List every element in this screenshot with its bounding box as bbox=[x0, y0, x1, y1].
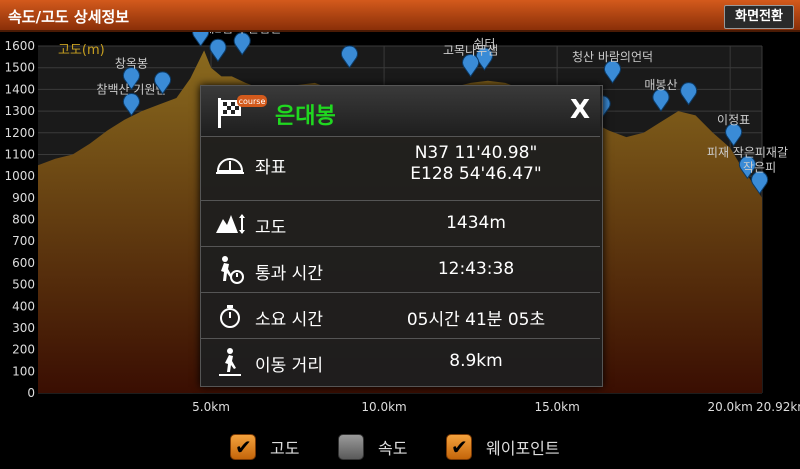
altitude-value: 1434m bbox=[446, 213, 506, 233]
y-tick-label: 700 bbox=[12, 234, 35, 248]
latitude-value: N37 11'40.98" bbox=[414, 143, 538, 163]
course-badge-text: course bbox=[239, 97, 266, 106]
stopwatch-icon bbox=[220, 305, 240, 328]
y-tick-label: 500 bbox=[12, 278, 35, 292]
row-label: 통과 시간 bbox=[255, 264, 323, 284]
gauge-icon bbox=[216, 158, 244, 174]
waypoint-toggle[interactable]: ✔ 웨이포인트 bbox=[446, 434, 560, 460]
distance-value: 8.9km bbox=[449, 351, 503, 371]
row-distance: 이동 거리 8.9km bbox=[201, 338, 600, 385]
y-tick-label: 300 bbox=[12, 321, 35, 335]
row-pass-time: 통과 시간 12:43:38 bbox=[201, 246, 600, 293]
y-tick-label: 0 bbox=[27, 386, 35, 400]
waypoint-label: 이정표 bbox=[717, 113, 750, 127]
longitude-value: E128 54'46.47" bbox=[410, 164, 542, 184]
close-button[interactable]: X bbox=[570, 95, 590, 125]
toggle-label: 웨이포인트 bbox=[486, 439, 560, 458]
waypoint-detail-popup: course 은대봉 X 좌표 N37 11'40.98" E128 54'46… bbox=[200, 85, 603, 387]
switch-screen-button[interactable]: 화면전환 bbox=[724, 5, 794, 29]
checkbox-speed[interactable] bbox=[338, 434, 364, 460]
row-label: 좌표 bbox=[255, 158, 287, 178]
speed-toggle[interactable]: 속도 bbox=[338, 434, 407, 460]
row-label: 고도 bbox=[255, 218, 287, 238]
row-coordinates: 좌표 N37 11'40.98" E128 54'46.47" bbox=[201, 136, 600, 191]
row-label: 소요 시간 bbox=[255, 310, 323, 330]
hiker-clock-icon bbox=[221, 256, 244, 284]
checkbox-altitude[interactable]: ✔ bbox=[230, 434, 256, 460]
row-elapsed-time: 소요 시간 05시간 41분 05초 bbox=[201, 292, 600, 339]
waypoint-label: 창옥봉 bbox=[115, 56, 148, 70]
mountain-altitude-icon bbox=[216, 214, 245, 234]
legend-toggles: ✔ 고도 속도 ✔ 웨이포인트 bbox=[0, 422, 800, 469]
y-tick-label: 600 bbox=[12, 256, 35, 270]
elapsed-time-value: 05시간 41분 05초 bbox=[406, 310, 546, 330]
x-tick-label: 20.0km bbox=[707, 400, 752, 414]
row-altitude: 고도 1434m bbox=[201, 200, 600, 247]
y-tick-label: 100 bbox=[12, 364, 35, 378]
y-tick-label: 1100 bbox=[4, 147, 35, 161]
pass-time-value: 12:43:38 bbox=[437, 259, 515, 279]
waypoint-label: 제2쉼터 갈림길 bbox=[203, 32, 281, 36]
waypoint-label: 매봉산 bbox=[644, 78, 677, 92]
waypoint-label: 고목나무샘 bbox=[443, 43, 498, 57]
y-tick-label: 1300 bbox=[4, 104, 35, 118]
y-tick-label: 1000 bbox=[4, 169, 35, 183]
waypoint-label: 청산 바람의언덕 bbox=[572, 50, 653, 64]
y-tick-label: 1200 bbox=[4, 126, 35, 140]
altitude-toggle[interactable]: ✔ 고도 bbox=[230, 434, 299, 460]
page-title: 속도/고도 상세정보 bbox=[8, 8, 130, 26]
x-tick-label: 15.0km bbox=[534, 400, 579, 414]
checkmark-icon: ✔ bbox=[451, 435, 468, 459]
waypoint-label: 작은피 bbox=[743, 160, 776, 174]
y-tick-label: 1400 bbox=[4, 82, 35, 96]
y-tick-label: 800 bbox=[12, 213, 35, 227]
row-label: 이동 거리 bbox=[255, 356, 323, 376]
x-tick-label: 5.0km bbox=[192, 400, 230, 414]
y-tick-label: 1500 bbox=[4, 61, 35, 75]
checkmark-icon: ✔ bbox=[235, 435, 252, 459]
series-label: 고도(m) bbox=[58, 43, 105, 58]
x-tick-label: 20.92km bbox=[756, 400, 800, 414]
popup-title: 은대봉 bbox=[275, 104, 336, 129]
x-tick-label: 10.0km bbox=[361, 400, 406, 414]
y-tick-label: 200 bbox=[12, 343, 35, 357]
y-tick-label: 400 bbox=[12, 299, 35, 313]
checkbox-waypoint[interactable]: ✔ bbox=[446, 434, 472, 460]
toggle-label: 고도 bbox=[270, 439, 300, 458]
title-bar: 속도/고도 상세정보 화면전환 bbox=[0, 0, 800, 32]
toggle-label: 속도 bbox=[378, 439, 408, 458]
waypoint-label: 피재 작은피재갈 bbox=[707, 145, 788, 159]
y-tick-label: 900 bbox=[12, 191, 35, 205]
popup-header: course 은대봉 X bbox=[201, 86, 600, 136]
course-flag-icon: course bbox=[218, 95, 267, 128]
walker-distance-icon bbox=[219, 348, 241, 376]
y-tick-label: 1600 bbox=[4, 39, 35, 53]
